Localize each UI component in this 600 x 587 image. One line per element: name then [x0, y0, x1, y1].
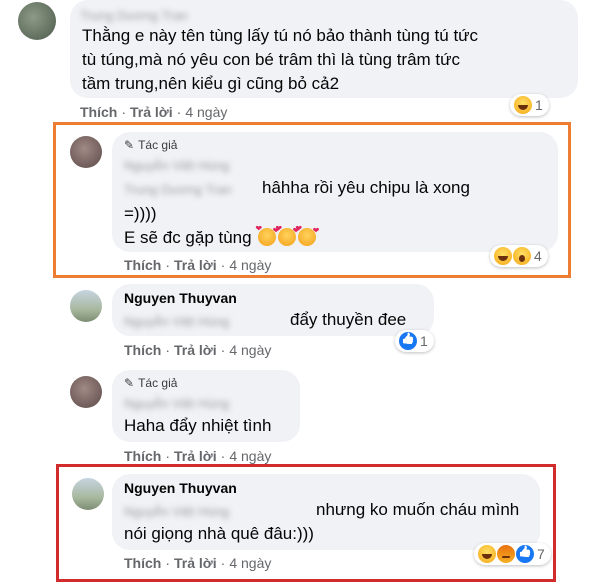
comment-text-line: =))))	[124, 204, 157, 223]
like-button[interactable]: Thích	[124, 342, 161, 358]
avatar[interactable]	[70, 136, 102, 168]
reaction-count: 7	[537, 546, 545, 562]
comment-bubble: Nguyen Thuyvan Nguyễn Việt Hùng nhưng ko…	[112, 474, 540, 550]
reply-button[interactable]: Trả lời	[130, 104, 173, 120]
author-badge-label: Tác giả	[138, 376, 178, 390]
heart-face-emoji-icon	[295, 224, 319, 246]
haha-reaction-icon	[513, 95, 533, 115]
comment-bubble: ✎ Tác giả Nguyễn Việt Hùng Haha đẩy nhiệ…	[112, 370, 300, 442]
like-reaction-icon	[515, 544, 535, 564]
wow-reaction-icon	[512, 246, 532, 266]
reaction-summary[interactable]: 4	[490, 245, 548, 267]
comment-timestamp[interactable]: 4 ngày	[185, 104, 227, 120]
reply-button[interactable]: Trả lời	[174, 257, 217, 273]
commenter-name[interactable]: Nguyễn Việt Hùng	[124, 158, 229, 173]
comment-timestamp[interactable]: 4 ngày	[229, 448, 271, 464]
commenter-name[interactable]: Nguyen Thuyvan	[124, 290, 237, 306]
reaction-summary[interactable]: 7	[474, 543, 551, 565]
comment-text: Haha đẩy nhiệt tình	[124, 416, 272, 435]
reaction-summary[interactable]: 1	[395, 330, 434, 352]
avatar[interactable]	[70, 376, 102, 408]
separator-dot: ·	[176, 104, 182, 120]
comment-timestamp[interactable]: 4 ngày	[229, 555, 271, 571]
avatar[interactable]	[70, 290, 102, 322]
mention-tag[interactable]: Trung Dương Tran	[124, 182, 232, 197]
separator-dot: ·	[165, 555, 171, 571]
comment-text-line: nói giọng nhà quê đâu:)))	[124, 524, 314, 543]
mention-tag[interactable]: Nguyễn Việt Hùng	[124, 504, 229, 519]
like-button[interactable]: Thích	[124, 555, 161, 571]
comment-text: đẩy thuyền đee	[290, 310, 407, 329]
comment-actions: Thích · Trả lời · 4 ngày	[80, 104, 227, 120]
comment-bubble: Trung Dương Tran Thằng e này tên tùng lấ…	[70, 0, 578, 98]
comment-text-line: nhưng ko muốn cháu mình	[316, 500, 520, 519]
pencil-icon: ✎	[124, 138, 135, 152]
haha-reaction-icon	[493, 246, 513, 266]
comment-timestamp[interactable]: 4 ngày	[229, 342, 271, 358]
haha-reaction-icon	[477, 544, 497, 564]
separator-dot: ·	[165, 342, 171, 358]
avatar[interactable]	[72, 478, 104, 510]
angry-reaction-icon	[496, 544, 516, 564]
comment-actions: Thích · Trả lời · 4 ngày	[124, 555, 271, 571]
comment-text-line: tù túng,mà nó yêu con bé trâm thì là tùn…	[82, 50, 461, 69]
reaction-count: 4	[534, 248, 542, 264]
comment-actions: Thích · Trả lời · 4 ngày	[124, 257, 271, 273]
comment-text-line: tầm trung,nên kiểu gì cũng bỏ cả2	[82, 74, 340, 93]
separator-dot: ·	[165, 448, 171, 464]
comment-bubble: Nguyen Thuyvan Nguyễn Việt Hùng đẩy thuy…	[112, 284, 434, 336]
comment-timestamp[interactable]: 4 ngày	[229, 257, 271, 273]
author-badge: ✎ Tác giả	[124, 138, 177, 152]
separator-dot: ·	[220, 448, 226, 464]
like-reaction-icon	[398, 331, 418, 351]
commenter-name[interactable]: Nguyễn Việt Hùng	[124, 396, 229, 411]
like-button[interactable]: Thích	[80, 104, 117, 120]
mention-tag[interactable]: Nguyễn Việt Hùng	[124, 314, 229, 329]
separator-dot: ·	[220, 257, 226, 273]
comment-text-line: E sẽ đc gặp tùng	[124, 224, 319, 248]
reply-button[interactable]: Trả lời	[174, 342, 217, 358]
comment-actions: Thích · Trả lời · 4 ngày	[124, 342, 271, 358]
author-badge: ✎ Tác giả	[124, 376, 177, 390]
reply-button[interactable]: Trả lời	[174, 448, 217, 464]
comment-bubble: ✎ Tác giả Nguyễn Việt Hùng Trung Dương T…	[112, 132, 558, 252]
comment-text-line: hâhha rồi yêu chipu là xong	[262, 178, 470, 197]
separator-dot: ·	[121, 104, 127, 120]
heart-face-emoji-icon	[275, 224, 299, 246]
reaction-count: 1	[420, 333, 428, 349]
pencil-icon: ✎	[124, 376, 135, 390]
heart-face-emoji-icon	[255, 224, 279, 246]
reaction-summary[interactable]: 1	[510, 94, 549, 116]
separator-dot: ·	[220, 342, 226, 358]
avatar[interactable]	[18, 2, 56, 40]
comment-text-line: Thằng e này tên tùng lấy tú nó bảo thành…	[82, 26, 479, 45]
commenter-name[interactable]: Trung Dương Tran	[80, 8, 188, 23]
like-button[interactable]: Thích	[124, 448, 161, 464]
separator-dot: ·	[220, 555, 226, 571]
author-badge-label: Tác giả	[138, 138, 178, 152]
commenter-name[interactable]: Nguyen Thuyvan	[124, 480, 237, 496]
separator-dot: ·	[165, 257, 171, 273]
like-button[interactable]: Thích	[124, 257, 161, 273]
comment-text: E sẽ đc gặp tùng	[124, 228, 252, 247]
reaction-count: 1	[535, 97, 543, 113]
comment-actions: Thích · Trả lời · 4 ngày	[124, 448, 271, 464]
reply-button[interactable]: Trả lời	[174, 555, 217, 571]
